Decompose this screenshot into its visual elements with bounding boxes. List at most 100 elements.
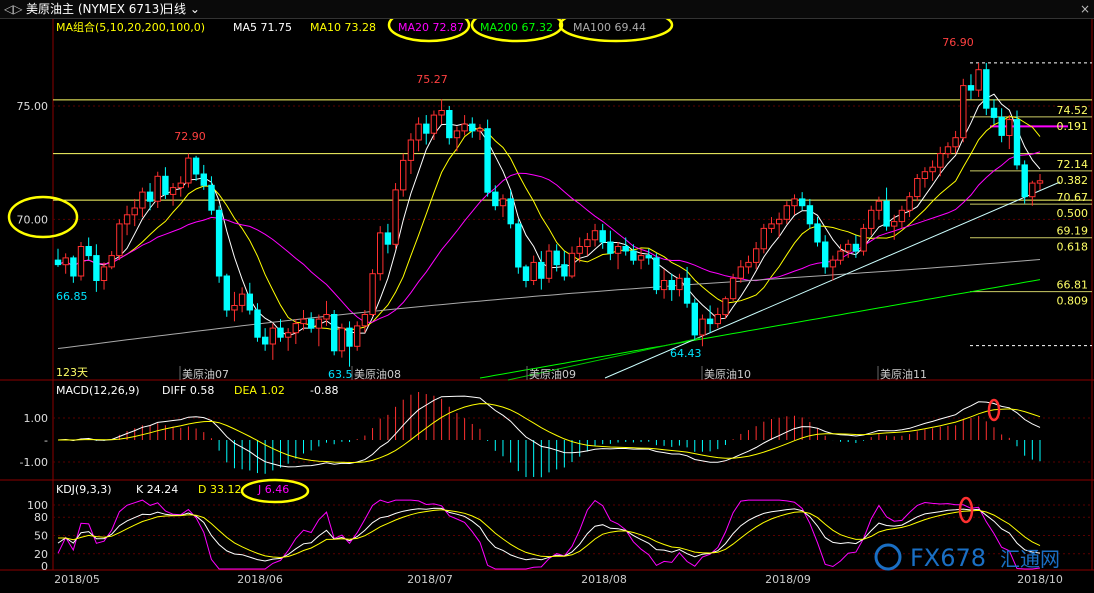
- candle-body: [169, 187, 177, 195]
- kdj-k-line: [57, 507, 1041, 562]
- candle-body: [538, 261, 545, 279]
- candle-body: [983, 69, 990, 109]
- candle-body: [967, 85, 975, 91]
- kdj-axis-label: 80: [34, 511, 48, 524]
- candle-body: [400, 159, 407, 191]
- candle-body: [998, 116, 1005, 136]
- candle-body: [990, 107, 998, 118]
- candle-body: [637, 255, 645, 261]
- x-axis-label: 2018/08: [581, 573, 627, 586]
- candle-body: [660, 280, 668, 291]
- fib-price-label: 70.67: [1057, 191, 1089, 204]
- candle-body: [837, 250, 844, 261]
- candle-body: [384, 232, 392, 245]
- candle-body: [407, 139, 415, 161]
- candle-body: [285, 332, 292, 338]
- peak-annotation: 76.90: [942, 36, 974, 49]
- kdj-axis-label: 100: [27, 499, 48, 512]
- macd-axis-label: -: [44, 434, 48, 447]
- candle-body: [845, 243, 852, 252]
- candle-body: [891, 221, 898, 227]
- candle-body: [377, 232, 384, 275]
- candle-body: [937, 153, 944, 168]
- candle-body: [269, 327, 277, 345]
- contract-label: 美原油09: [529, 367, 576, 381]
- candle-body: [706, 318, 714, 325]
- candle-body: [499, 198, 507, 207]
- candle-body: [492, 191, 499, 207]
- candle-body: [944, 146, 952, 155]
- fib-ratio-label: 0.809: [1057, 295, 1089, 308]
- nav-arrows-icon[interactable]: ◁▷: [4, 0, 22, 18]
- candle-body: [315, 318, 323, 329]
- candle-body: [331, 314, 338, 352]
- candle-body: [85, 246, 92, 257]
- candle-body: [476, 128, 484, 132]
- candle-body: [829, 259, 837, 268]
- kdj-k-value: K 24.24: [136, 483, 178, 496]
- candle-body: [699, 318, 706, 336]
- kdj-d-value: D 33.12: [198, 483, 241, 496]
- candle-body: [645, 255, 652, 259]
- candle-body: [77, 246, 85, 277]
- candle-body: [1036, 180, 1044, 184]
- candle-body: [162, 175, 169, 195]
- candle-body: [875, 200, 883, 211]
- candle-body: [93, 255, 100, 282]
- ma-value-label: MA10 73.28: [310, 21, 376, 34]
- candle-body: [1029, 182, 1036, 198]
- candle-body: [1006, 119, 1013, 136]
- candle-body: [960, 85, 967, 139]
- candle-body: [860, 227, 867, 252]
- fib-ratio-label: 0.191: [1057, 120, 1089, 133]
- candle-body: [238, 293, 246, 306]
- candle-body: [952, 137, 959, 148]
- candle-body: [116, 223, 123, 257]
- candle-body: [146, 191, 154, 202]
- contract-label: 美原油08: [354, 367, 401, 381]
- candle-body: [223, 275, 231, 311]
- kdj-j-line: [57, 499, 1041, 570]
- watermark-logo: [874, 543, 902, 571]
- trough-annotation: 63.5: [328, 368, 353, 381]
- candle-body: [814, 223, 821, 243]
- candle-body: [154, 175, 161, 202]
- macd-axis-label: 1.00: [24, 412, 49, 425]
- candle-body: [200, 173, 208, 186]
- candle-body: [768, 223, 775, 229]
- candle-body: [921, 171, 929, 179]
- candle-body: [614, 246, 622, 254]
- kdj-axis-label: 0: [41, 560, 48, 573]
- close-icon[interactable]: ×: [1080, 0, 1090, 18]
- candle-body: [139, 191, 146, 209]
- candle-body: [338, 327, 346, 352]
- candle-body: [753, 248, 760, 263]
- candle-body: [607, 241, 614, 254]
- candle-body: [630, 250, 637, 261]
- candle-body: [906, 196, 913, 211]
- candle-body: [346, 327, 353, 347]
- candle-body: [246, 293, 254, 311]
- candle-body: [215, 209, 223, 277]
- candle-body: [515, 223, 522, 268]
- candle-body: [185, 157, 192, 184]
- kdj-label: KDJ(9,3,3): [56, 483, 112, 496]
- candle-body: [975, 69, 982, 91]
- candle-body: [653, 257, 660, 291]
- candle-body: [415, 123, 422, 141]
- contract-label: 美原油07: [182, 367, 229, 381]
- candle-body: [714, 314, 721, 325]
- fib-price-label: 66.81: [1057, 279, 1089, 292]
- period-dropdown[interactable]: 日线 ⌄: [162, 0, 200, 18]
- candle-body: [469, 123, 476, 132]
- chart-toolbar: ◁▷ 美原油主 (NYMEX 6713) 日线 ⌄ ×: [0, 0, 1094, 19]
- candle-body: [423, 123, 430, 134]
- macd-label: MACD(12,26,9): [56, 384, 140, 397]
- candle-body: [683, 277, 691, 304]
- ma-group-label: MA组合(5,10,20,200,100,0): [56, 20, 205, 34]
- trough-annotation: 66.85: [56, 290, 88, 303]
- candle-body: [62, 257, 69, 266]
- contract-label: 美原油11: [880, 367, 927, 381]
- macd-value: -0.88: [310, 384, 338, 397]
- candle-body: [453, 130, 461, 139]
